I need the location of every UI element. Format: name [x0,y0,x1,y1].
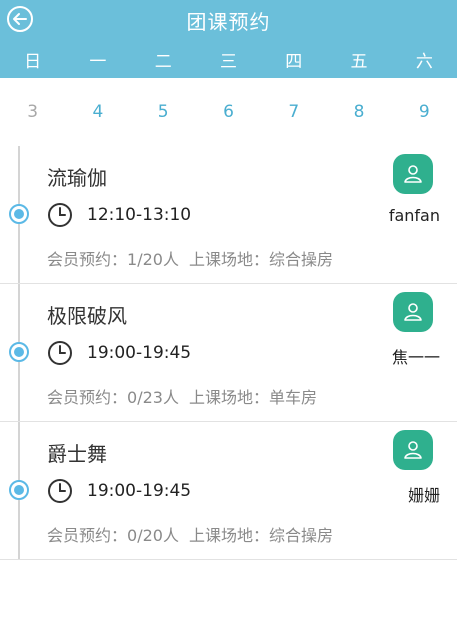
booking-value: 0/23人 [127,388,179,407]
date-row: 3 4 5 6 7 8 9 [0,78,457,146]
weekday-fri: 五 [350,51,368,72]
venue-label: 上课场地： [188,250,269,269]
person-icon [404,165,422,183]
coach-name: fanfan [388,206,440,225]
date-7[interactable]: 7 [261,78,326,146]
back-button[interactable] [4,3,36,35]
course-card[interactable]: 爵士舞 19:00-19:45 会员预约：0/20人 上课场地：综合操房 姗姗 [0,422,457,560]
date-8[interactable]: 8 [326,78,391,146]
header-bar: 团课预约 [0,0,457,40]
course-info: 会员预约：0/20人 上课场地：综合操房 [47,522,333,546]
weekday-wed: 三 [219,51,237,72]
venue-label: 上课场地： [188,526,269,545]
coach-name: 姗姗 [407,486,440,505]
course-name: 极限破风 [47,304,127,328]
course-info: 会员预约：0/23人 上课场地：单车房 [47,384,317,408]
date-4[interactable]: 4 [65,78,130,146]
weekday-bar: 日 一 二 三 四 五 六 [0,40,457,78]
clock-icon [48,479,72,503]
weekday-tue: 二 [154,51,172,72]
app-root: 团课预约 日 一 二 三 四 五 六 3 4 5 6 7 8 9 流瑜伽 12:… [0,0,457,641]
booking-value: 1/20人 [127,250,179,269]
coach-avatar[interactable] [393,430,433,470]
course-name: 流瑜伽 [47,166,107,190]
weekday-mon: 一 [89,51,107,72]
clock-icon [48,341,72,365]
booking-label: 会员预约： [47,388,128,407]
date-5[interactable]: 5 [131,78,196,146]
venue-value: 单车房 [268,388,317,407]
venue-value: 综合操房 [268,250,333,269]
timeline-dot [9,204,29,224]
person-icon [404,441,422,459]
coach-name: 焦一一 [391,348,440,367]
booking-value: 0/20人 [127,526,179,545]
date-6[interactable]: 6 [196,78,261,146]
course-time: 12:10-13:10 [87,205,192,225]
back-arrow-icon [7,6,33,32]
weekday-sat: 六 [415,51,433,72]
course-card[interactable]: 极限破风 19:00-19:45 会员预约：0/23人 上课场地：单车房 焦一一 [0,284,457,422]
venue-label: 上课场地： [188,388,269,407]
course-name: 爵士舞 [47,442,107,466]
course-list: 流瑜伽 12:10-13:10 会员预约：1/20人 上课场地：综合操房 fanf… [0,146,457,560]
weekday-thu: 四 [285,51,303,72]
booking-label: 会员预约： [47,250,128,269]
page-title: 团课预约 [186,9,271,34]
timeline-dot [9,342,29,362]
clock-icon [48,203,72,227]
course-time: 19:00-19:45 [87,343,192,363]
course-card[interactable]: 流瑜伽 12:10-13:10 会员预约：1/20人 上课场地：综合操房 fanf… [0,146,457,284]
course-time: 19:00-19:45 [87,481,192,501]
course-info: 会员预约：1/20人 上课场地：综合操房 [47,246,333,270]
coach-avatar[interactable] [393,154,433,194]
booking-label: 会员预约： [47,526,128,545]
venue-value: 综合操房 [268,526,333,545]
timeline-dot [9,480,29,500]
date-3[interactable]: 3 [0,78,65,146]
weekday-sun: 日 [24,51,42,72]
person-icon [404,303,422,321]
date-9[interactable]: 9 [392,78,457,146]
coach-avatar[interactable] [393,292,433,332]
